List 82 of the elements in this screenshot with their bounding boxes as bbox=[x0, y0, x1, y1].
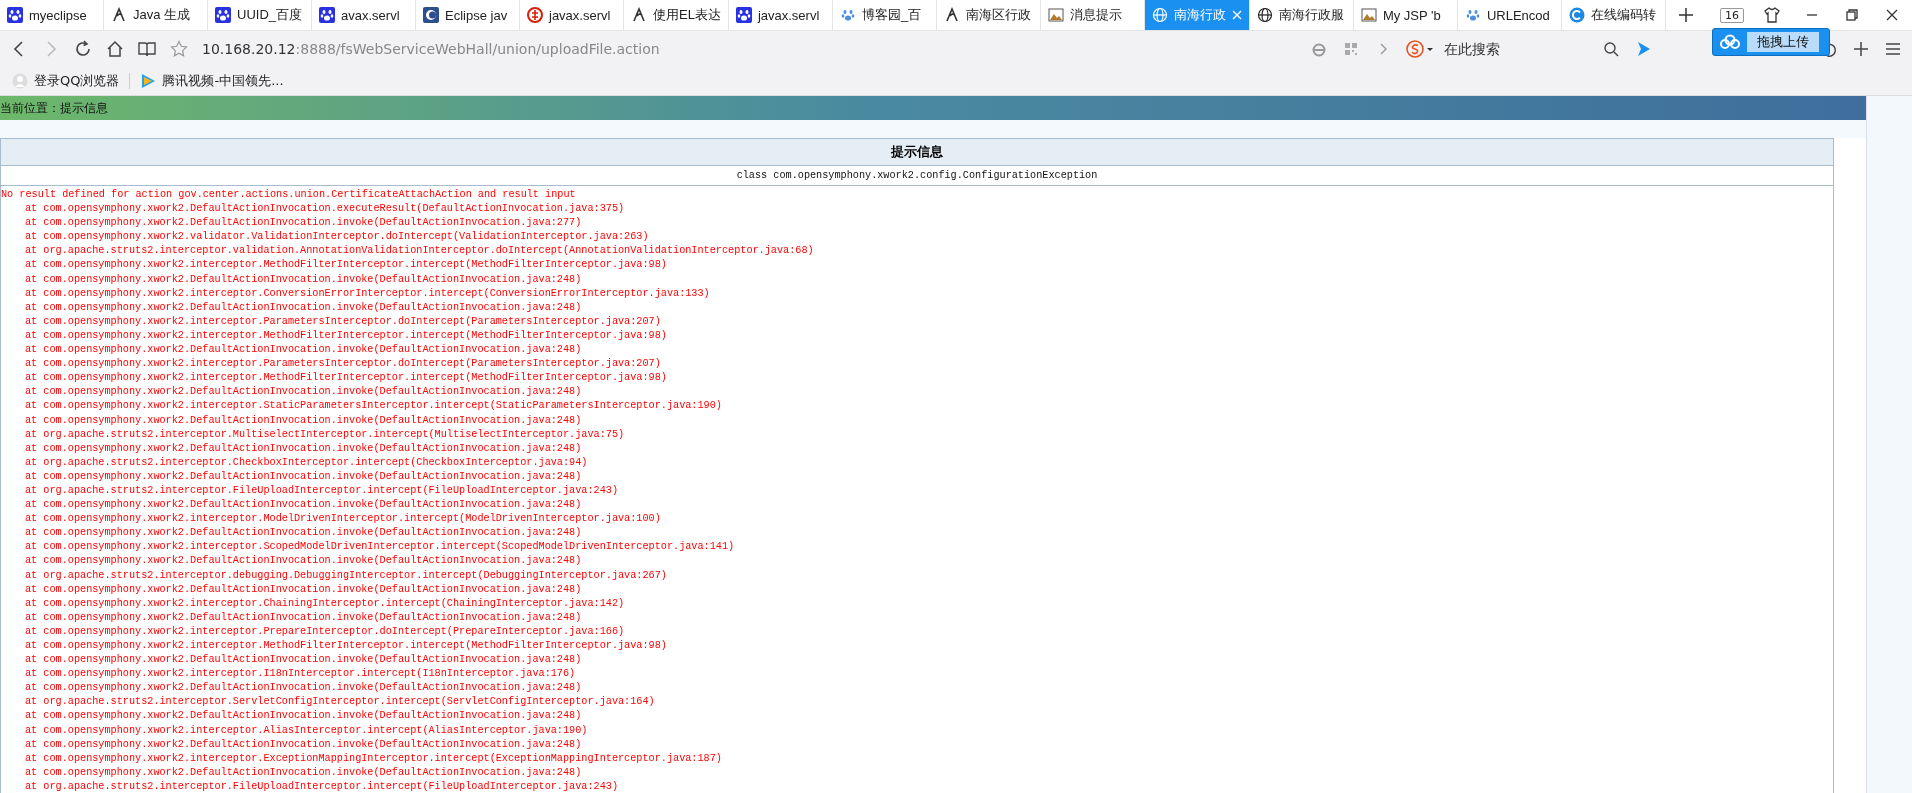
stack-trace-line: at org.apache.struts2.interceptor.FileUploadInterceptor.intercept(FileUploadInterceptor.java:243) bbox=[24, 779, 619, 793]
globe-icon bbox=[1256, 7, 1273, 23]
stack-trace-line: at com.opensymphony.xwork2.DefaultActionInvocation.invoke(DefaultActionInvocation.java:248) bbox=[24, 498, 583, 513]
stack-trace-line: at com.opensymphony.xwork2.DefaultActionInvocation.invoke(DefaultActionInvocation.java:248) bbox=[24, 385, 583, 400]
book-icon[interactable] bbox=[138, 39, 156, 58]
stack-trace-line: at com.opensymphony.xwork2.DefaultActionInvocation.invoke(DefaultActionInvocation.java:248) bbox=[24, 441, 583, 456]
address-url[interactable]: 10.168.20.12:8888/fsWebServiceWebHall/union/uploadFile.action bbox=[202, 40, 660, 57]
stack-trace-line: at com.opensymphony.xwork2.DefaultActionInvocation.invoke(DefaultActionInvocation.java:248) bbox=[24, 413, 583, 428]
stack-trace-line: at org.apache.struts2.interceptor.FileUploadInterceptor.intercept(FileUploadInterceptor.java:243) bbox=[24, 483, 619, 498]
paw-icon bbox=[215, 7, 231, 23]
stack-trace-line: at com.opensymphony.xwork2.DefaultActionInvocation.invoke(DefaultActionInvocation.java:248) bbox=[24, 526, 583, 541]
feather-icon bbox=[631, 7, 647, 23]
stack-trace-line: at com.opensymphony.xwork2.interceptor.ConversionErrorInterceptor.intercept(ConversionErrorInterceptor.java:133) bbox=[24, 286, 711, 301]
star-icon[interactable] bbox=[170, 39, 188, 58]
breadcrumb-text: 当前位置：提示信息 bbox=[0, 99, 108, 117]
feather-icon bbox=[111, 7, 127, 23]
stack-trace-line: at com.opensymphony.xwork2.interceptor.ParametersInterceptor.doIntercept(ParametersInterceptor.java:207) bbox=[24, 314, 662, 329]
exception-class: class com.opensymphony.xwork2.config.ConfigurationException bbox=[1, 166, 1833, 186]
search-icon[interactable] bbox=[1602, 39, 1620, 58]
panel-title: 提示信息 bbox=[1, 139, 1833, 166]
stack-trace-line: at com.opensymphony.xwork2.DefaultActionInvocation.invoke(DefaultActionInvocation.java:248) bbox=[24, 554, 583, 569]
paw-icon bbox=[7, 7, 23, 23]
cloud-icon bbox=[1719, 34, 1741, 50]
stack-trace-line: at org.apache.struts2.interceptor.MultiselectInterceptor.intercept(MultiselectInterceptor.java:75) bbox=[24, 427, 626, 442]
search-engine-icon[interactable] bbox=[1406, 39, 1436, 58]
stack-trace-line: at com.opensymphony.xwork2.interceptor.I18nInterceptor.intercept(I18nInterceptor.java:176) bbox=[24, 667, 577, 682]
stack-trace-line: at com.opensymphony.xwork2.DefaultActionInvocation.invoke(DefaultActionInvocation.java:277) bbox=[24, 216, 583, 231]
stack-trace-line: at com.opensymphony.xwork2.interceptor.StaticParametersInterceptor.intercept(StaticParametersInterceptor.java:190) bbox=[24, 399, 723, 414]
stack-trace-line: at com.opensymphony.xwork2.interceptor.ParametersInterceptor.doIntercept(ParametersInterceptor.java:207) bbox=[24, 357, 662, 372]
stack-trace-line: at com.opensymphony.xwork2.DefaultActionInvocation.invoke(DefaultActionInvocation.java:248) bbox=[24, 765, 583, 780]
stack-trace-line: at com.opensymphony.xwork2.DefaultActionInvocation.invoke(DefaultActionInvocation.java:248) bbox=[24, 469, 583, 484]
picture-icon bbox=[1360, 7, 1377, 23]
shirt-icon[interactable] bbox=[1763, 6, 1781, 24]
stack-trace-line: at com.opensymphony.xwork2.DefaultActionInvocation.invoke(DefaultActionInvocation.java:248) bbox=[24, 300, 583, 315]
stack-trace-line: at com.opensymphony.xwork2.DefaultActionInvocation.invoke(DefaultActionInvocation.java:248) bbox=[24, 709, 583, 724]
feather-icon bbox=[943, 7, 960, 23]
paw-icon bbox=[735, 7, 752, 23]
stack-trace-line: at com.opensymphony.xwork2.interceptor.MethodFilterInterceptor.intercept(MethodFilterInterceptor.java:98) bbox=[24, 639, 668, 653]
stack-trace-line: at com.opensymphony.xwork2.interceptor.MethodFilterInterceptor.intercept(MethodFilterInterceptor.java:98) bbox=[24, 328, 668, 343]
stack-trace-line: at com.opensymphony.xwork2.DefaultActionInvocation.invoke(DefaultActionInvocation.java:248) bbox=[24, 737, 583, 752]
error-message: No result defined for action gov.center.actions.union.CertificateAttachAction and result input bbox=[1, 188, 577, 202]
stack-trace-line: at com.opensymphony.xwork2.interceptor.MethodFilterInterceptor.intercept(MethodFilterInterceptor.java:98) bbox=[24, 371, 668, 386]
eclipse-icon bbox=[423, 7, 439, 23]
plus-icon[interactable] bbox=[1852, 39, 1870, 58]
stack-trace-line: at com.opensymphony.xwork2.interceptor.ScopedModelDrivenInterceptor.intercept(ScopedModelDrivenInterceptor.java:141) bbox=[24, 540, 736, 555]
globe-icon bbox=[1151, 7, 1168, 23]
stack-trace-line: at com.opensymphony.xwork2.DefaultActionInvocation.invoke(DefaultActionInvocation.java:248) bbox=[24, 681, 583, 696]
paw-icon bbox=[839, 7, 856, 23]
bookmark-item[interactable]: 腾讯视频-中国领先... bbox=[140, 71, 284, 90]
stack-trace-line: at org.apache.struts2.interceptor.validation.AnnotationValidationInterceptor.doIntercept(AnnotationValidationInterceptor.java:68) bbox=[24, 244, 815, 259]
stack-trace-line: at org.apache.struts2.interceptor.ServletConfigInterceptor.intercept(ServletConfigInterceptor.java:164) bbox=[24, 695, 656, 710]
stack-trace-line: at com.opensymphony.xwork2.DefaultActionInvocation.executeResult(DefaultActionInvocation.java:375) bbox=[24, 202, 626, 217]
restore-icon[interactable] bbox=[1843, 6, 1861, 24]
stack-trace-line: at com.opensymphony.xwork2.DefaultActionInvocation.invoke(DefaultActionInvocation.java:248) bbox=[24, 343, 583, 358]
paw-icon bbox=[319, 7, 335, 23]
stack-trace-line: at com.opensymphony.xwork2.DefaultActionInvocation.invoke(DefaultActionInvocation.java:248) bbox=[24, 610, 583, 625]
stack-trace-line: at com.opensymphony.xwork2.interceptor.ChainingInterceptor.intercept(ChainingInterceptor.java:142) bbox=[24, 596, 626, 611]
bookmark-item[interactable]: 登录QQ浏览器 bbox=[12, 71, 120, 90]
stack-trace-line: at com.opensymphony.xwork2.interceptor.MethodFilterInterceptor.intercept(MethodFilterInterceptor.java:98) bbox=[24, 258, 668, 273]
character-logo-icon bbox=[527, 7, 543, 23]
stack-trace-line: at org.apache.struts2.interceptor.debugging.DebuggingInterceptor.intercept(DebuggingInterceptor.java:267) bbox=[24, 568, 668, 583]
stack-trace-line: at com.opensymphony.xwork2.validator.ValidationInterceptor.doIntercept(ValidationInterceptor.java:263) bbox=[24, 230, 650, 245]
tab-count[interactable]: 16 bbox=[1720, 7, 1744, 23]
stack-trace-line: at com.opensymphony.xwork2.interceptor.PrepareInterceptor.doIntercept(PrepareInterceptor.java:166) bbox=[24, 624, 626, 639]
stack-trace-line: at com.opensymphony.xwork2.interceptor.ModelDrivenInterceptor.intercept(ModelDrivenInterceptor.java:100) bbox=[24, 512, 662, 527]
stack-trace-line: at com.opensymphony.xwork2.DefaultActionInvocation.invoke(DefaultActionInvocation.java:248) bbox=[24, 272, 583, 287]
reload-icon[interactable] bbox=[74, 39, 92, 58]
c-logo-icon bbox=[1568, 7, 1585, 23]
stack-trace-line: at com.opensymphony.xwork2.interceptor.ExceptionMappingInterceptor.intercept(ExceptionMappingInterceptor.java:187) bbox=[24, 751, 723, 766]
avatar-icon bbox=[12, 72, 28, 89]
stack-trace-line: at org.apache.struts2.interceptor.CheckboxInterceptor.intercept(CheckboxInterceptor.java:94) bbox=[24, 455, 589, 470]
picture-icon bbox=[1047, 7, 1064, 23]
search-field[interactable]: 在此搜索 bbox=[1442, 39, 1596, 58]
close-tab-icon[interactable] bbox=[1231, 10, 1242, 20]
new-tab-icon[interactable] bbox=[1676, 6, 1695, 24]
stack-trace-line: at com.opensymphony.xwork2.DefaultActionInvocation.invoke(DefaultActionInvocation.java:248) bbox=[24, 653, 583, 668]
paw-icon bbox=[1464, 7, 1481, 23]
upload-popup[interactable]: 拖拽上传 bbox=[1712, 28, 1830, 56]
home-icon[interactable] bbox=[106, 39, 124, 58]
stack-trace-line: at com.opensymphony.xwork2.interceptor.AliasInterceptor.intercept(AliasInterceptor.java:190) bbox=[24, 723, 589, 738]
video-play-icon bbox=[140, 72, 157, 89]
stack-trace-line: at com.opensymphony.xwork2.DefaultActionInvocation.invoke(DefaultActionInvocation.java:248) bbox=[24, 582, 583, 597]
